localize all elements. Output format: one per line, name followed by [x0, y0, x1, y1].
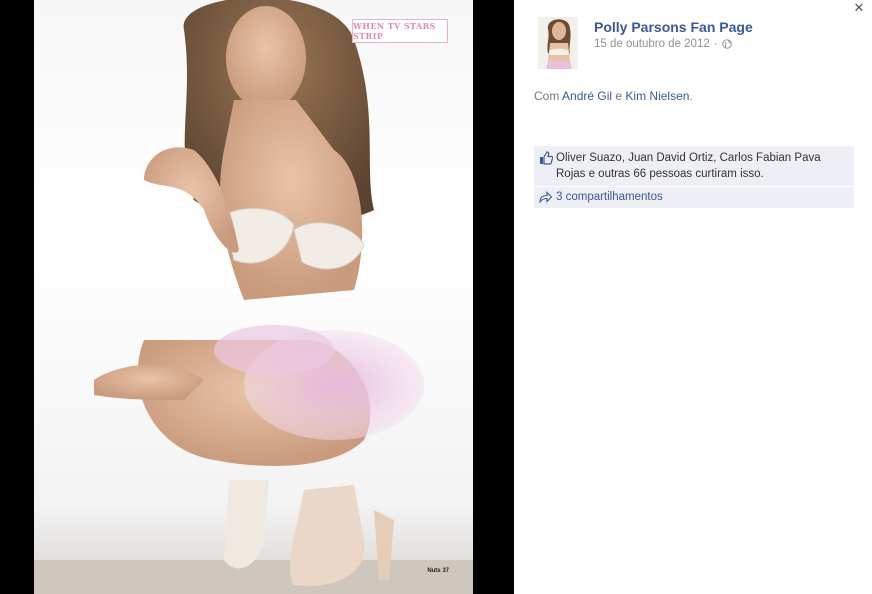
shares-link[interactable]: 3 compartilhamentos [534, 187, 854, 208]
magazine-tag: WHEN TV STARS STRIP [352, 19, 448, 43]
thumbs-up-icon [540, 151, 553, 165]
post-info-panel: ✕ Polly Parsons Fan Page 15 de outubro d… [514, 0, 872, 594]
tagged-person-link[interactable]: Kim Nielsen [625, 89, 689, 103]
post-date[interactable]: 15 de outubro de 2012 [594, 38, 710, 50]
share-arrow-icon [539, 191, 552, 203]
post-meta: 15 de outubro de 2012 · [594, 38, 732, 50]
tagged-people: Com André Gil e Kim Nielsen. [534, 89, 693, 103]
photo-stage: WHEN TV STARS STRIP Nuts 37 [0, 0, 514, 594]
shares-label: 3 compartilhamentos [556, 191, 663, 203]
globe-icon[interactable] [721, 39, 732, 49]
photo-figure [34, 0, 473, 594]
meta-separator: · [713, 38, 718, 50]
page-name-link[interactable]: Polly Parsons Fan Page [594, 19, 753, 35]
tag-joiner: e [615, 89, 623, 103]
ufi-box: Oliver Suazo, Juan David Ortiz, Carlos F… [534, 146, 854, 208]
tagged-person-link[interactable]: André Gil [562, 89, 612, 103]
with-prefix: Com [534, 89, 560, 103]
tag-end: . [689, 89, 693, 103]
likes-text: Oliver Suazo, Juan David Ortiz, Carlos F… [556, 152, 821, 180]
likes-summary[interactable]: Oliver Suazo, Juan David Ortiz, Carlos F… [534, 146, 854, 186]
close-icon[interactable]: ✕ [851, 0, 867, 16]
page-avatar[interactable] [538, 17, 578, 69]
photo[interactable]: WHEN TV STARS STRIP Nuts 37 [34, 0, 473, 594]
magazine-page-number: Nuts 37 [427, 568, 449, 574]
